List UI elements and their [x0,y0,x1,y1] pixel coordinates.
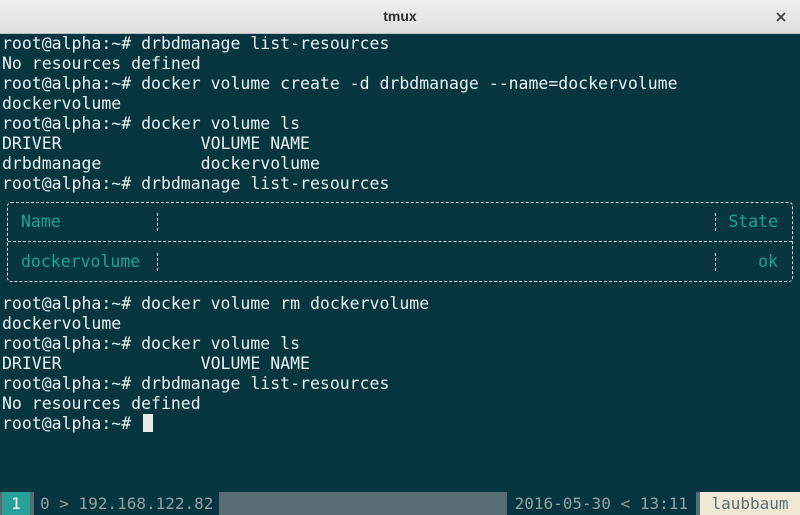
table-column-divider [715,213,716,231]
terminal-line: dockervolume [2,314,122,333]
status-datetime: 2016-05-30 < 13:11 [506,492,696,515]
window-index[interactable]: 1 [2,492,30,515]
table-header-name: Name [21,212,61,231]
tmux-status-bar: 1 0 > 192.168.122.82 2016-05-30 < 13:11 … [0,492,800,515]
terminal-output[interactable]: root@alpha:~# drbdmanage list-resources … [0,34,800,492]
terminal-line: No resources defined [2,54,201,73]
window-title: tmux [383,8,417,24]
terminal-line: root@alpha:~# docker volume ls [2,334,301,353]
terminal-line: root@alpha:~# docker volume rm dockervol… [2,294,430,313]
resources-table: Name State dockervolume ok [7,202,793,282]
terminal-line: dockervolume [2,94,122,113]
terminal-line: root@alpha:~# drbdmanage list-resources [2,374,390,393]
terminal-line: drbdmanage dockervolume [2,154,320,173]
terminal-line: root@alpha:~# docker volume ls [2,114,301,133]
table-column-divider [157,213,158,231]
table-cell-name: dockervolume [21,252,141,271]
terminal-line: root@alpha:~# drbdmanage list-resources [2,34,390,53]
table-header-state: State [728,212,778,231]
terminal-line: DRIVER VOLUME NAME [2,354,310,373]
cursor [143,414,154,432]
table-column-divider [715,253,716,271]
terminal-line: root@alpha:~# drbdmanage list-resources [2,174,390,193]
table-column-divider [157,253,158,271]
terminal-prompt-line[interactable]: root@alpha:~# [2,414,154,434]
status-hostname: laubbaum [700,492,800,515]
terminal-line: No resources defined [2,394,201,413]
title-bar[interactable]: tmux [0,0,800,34]
terminal-prompt: root@alpha:~# [2,414,142,433]
table-divider [8,241,792,242]
terminal-line: DRIVER VOLUME NAME [2,134,310,153]
terminal-line: root@alpha:~# docker volume create -d dr… [2,74,678,93]
close-icon[interactable] [772,8,790,26]
window-tab[interactable]: 0 > 192.168.122.82 [34,492,220,515]
table-cell-state: ok [758,252,778,271]
terminal-window: tmux root@alpha:~# drbdmanage list-resou… [0,0,800,515]
